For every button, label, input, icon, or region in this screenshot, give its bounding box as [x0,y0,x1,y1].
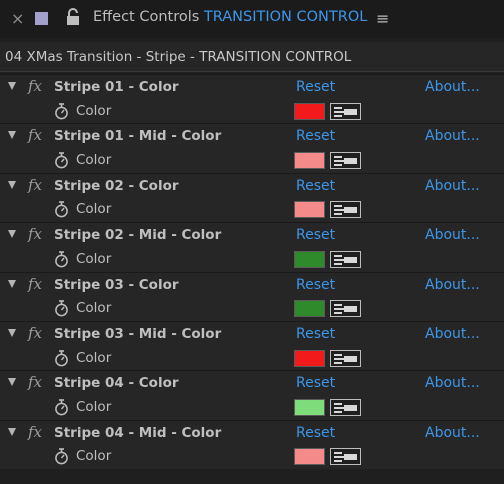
twirl-down-icon[interactable] [8,230,16,239]
eyedropper-icon[interactable] [330,398,361,416]
reset-link[interactable]: Reset [296,79,335,95]
property-row: Color [0,345,504,371]
fx-toggle-icon[interactable]: fx [28,126,42,144]
stopwatch-icon[interactable] [54,102,69,120]
property-name: Color [76,250,112,267]
panel-color-swatch-icon[interactable] [35,12,48,25]
fx-toggle-icon[interactable]: fx [28,423,42,441]
eyedropper-icon[interactable] [330,349,361,367]
color-swatch[interactable] [294,349,325,367]
property-name: Color [76,300,112,317]
about-link[interactable]: About... [425,227,480,243]
effect-header-row: fx Stripe 02 - Color Reset About... [0,172,504,198]
property-row: Color [0,246,504,272]
reset-link[interactable]: Reset [296,375,335,391]
panel-empty-area [0,470,504,484]
twirl-down-icon[interactable] [8,328,16,337]
property-row: Color [0,98,504,124]
stopwatch-icon[interactable] [54,399,69,416]
property-row: Color [0,394,504,420]
effect-name[interactable]: Stripe 04 - Mid - Color [54,425,221,441]
reset-link[interactable]: Reset [296,277,335,293]
stopwatch-icon[interactable] [54,349,69,367]
property-name: Color [76,102,112,119]
color-swatch[interactable] [294,201,325,219]
twirl-down-icon[interactable] [8,427,16,436]
twirl-down-icon[interactable] [8,82,16,90]
effect-name[interactable]: Stripe 02 - Color [54,178,179,194]
stopwatch-icon[interactable] [54,300,69,317]
reset-link[interactable]: Reset [296,128,335,144]
reset-link[interactable]: Reset [296,425,335,441]
about-link[interactable]: About... [425,128,480,144]
stopwatch-icon[interactable] [54,201,69,218]
panel-name: Effect Controls [93,9,200,25]
about-link[interactable]: About... [425,326,480,342]
property-row: Color [0,197,504,223]
effect-name[interactable]: Stripe 04 - Color [54,375,179,391]
property-row: Color [0,148,504,173]
panel-title[interactable]: Effect Controls TRANSITION CONTROL [93,9,367,25]
effects-list: fx Stripe 01 - Color Reset About... Color fx S… [0,74,504,469]
effect-name[interactable]: Stripe 02 - Mid - Color [54,227,221,243]
twirl-down-icon[interactable] [8,131,16,140]
property-row: Color [0,444,504,469]
fx-toggle-icon[interactable]: fx [28,225,42,243]
twirl-down-icon[interactable] [8,378,16,387]
color-swatch[interactable] [294,102,325,120]
fx-toggle-icon[interactable]: fx [28,275,42,293]
twirl-down-icon[interactable] [8,279,16,288]
color-swatch[interactable] [294,300,325,318]
color-swatch[interactable] [294,250,325,268]
twirl-down-icon[interactable] [8,180,16,189]
effect-name[interactable]: Stripe 03 - Mid - Color [54,326,221,342]
about-link[interactable]: About... [425,425,480,441]
lock-icon[interactable] [66,8,80,26]
about-link[interactable]: About... [425,79,480,95]
reset-link[interactable]: Reset [296,178,335,194]
effect-header-row: fx Stripe 01 - Mid - Color Reset About... [0,123,504,149]
effect-header-row: fx Stripe 03 - Mid - Color Reset About... [0,320,504,346]
effect-header-row: fx Stripe 04 - Mid - Color Reset About... [0,419,504,445]
about-link[interactable]: About... [425,178,480,194]
about-link[interactable]: About... [425,277,480,293]
property-name: Color [76,448,112,465]
color-swatch[interactable] [294,448,325,466]
breadcrumb: 04 XMas Transition - Stripe - TRANSITION… [0,42,504,72]
property-row: Color [0,296,504,321]
effect-header-row: fx Stripe 02 - Mid - Color Reset About... [0,222,504,247]
about-link[interactable]: About... [425,375,480,391]
stopwatch-icon[interactable] [54,251,69,268]
effect-name[interactable]: Stripe 01 - Color [54,79,179,95]
effect-header-row: fx Stripe 04 - Color Reset About... [0,370,504,395]
reset-link[interactable]: Reset [296,326,335,342]
fx-toggle-icon[interactable]: fx [28,324,42,342]
fx-toggle-icon[interactable]: fx [28,373,42,391]
property-name: Color [76,349,112,366]
effect-header-row: fx Stripe 03 - Color Reset About... [0,271,504,297]
property-name: Color [76,201,112,218]
property-name: Color [76,398,112,415]
eyedropper-icon[interactable] [330,201,361,219]
stopwatch-icon[interactable] [54,448,69,465]
panel-menu-icon[interactable]: ≡ [376,9,389,28]
layer-name: TRANSITION CONTROL [203,9,368,25]
panel-title-bar: × Effect Controls TRANSITION CONTROL ≡ [0,0,504,38]
eyedropper-icon[interactable] [330,102,361,120]
eyedropper-icon[interactable] [330,300,361,318]
eyedropper-icon[interactable] [330,250,361,268]
color-swatch[interactable] [294,152,325,170]
reset-link[interactable]: Reset [296,227,335,243]
close-icon[interactable]: × [11,10,24,28]
fx-toggle-icon[interactable]: fx [28,176,42,194]
color-swatch[interactable] [294,398,325,416]
effect-header-row: fx Stripe 01 - Color Reset About... [0,74,504,99]
effect-name[interactable]: Stripe 01 - Mid - Color [54,128,221,144]
eyedropper-icon[interactable] [330,448,361,466]
effect-name[interactable]: Stripe 03 - Color [54,277,179,293]
fx-toggle-icon[interactable]: fx [28,77,42,95]
stopwatch-icon[interactable] [54,152,69,169]
property-name: Color [76,152,112,169]
eyedropper-icon[interactable] [330,152,361,170]
